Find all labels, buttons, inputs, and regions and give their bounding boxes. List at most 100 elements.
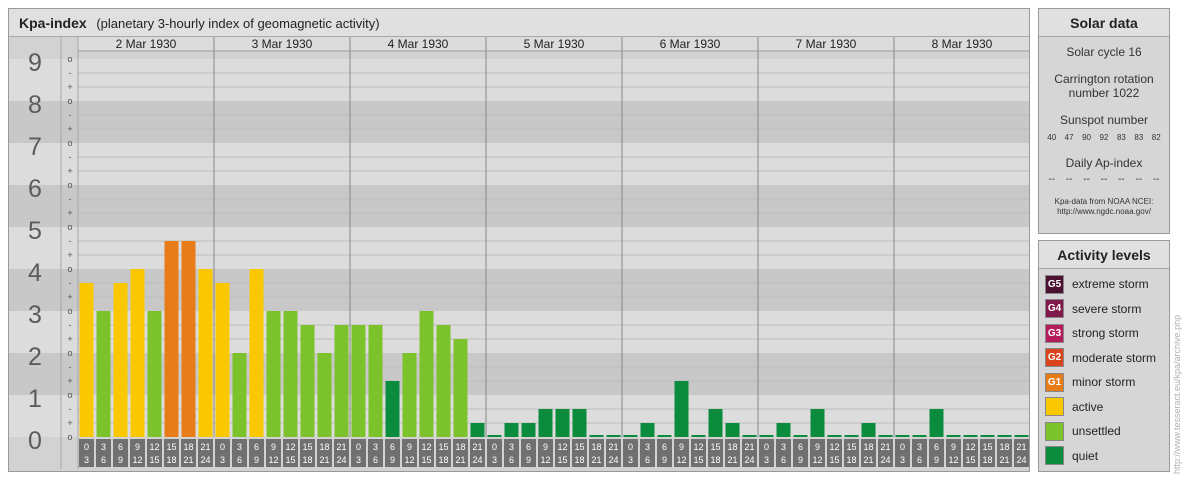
interval-start-label: 15 [302, 442, 312, 452]
kpa-bar [606, 435, 621, 437]
interval-end-label: 9 [118, 455, 123, 465]
kpa-bar [300, 324, 315, 437]
y-third-label: + [67, 250, 72, 260]
interval-end-label: 12 [268, 455, 278, 465]
interval-end-label: 3 [356, 455, 361, 465]
chart-panel: 0 1 2 3 4 5 6 7 8 9 o + - o + - o + - o + - o + - o + - o + - o + - o + - o 2 … [8, 8, 1030, 472]
interval-start-label: 12 [421, 442, 431, 452]
sunspot-value: 82 [1151, 133, 1161, 142]
interval-start-label: 3 [237, 442, 242, 452]
ap-value: -- [1135, 174, 1143, 185]
interval-end-label: 12 [404, 455, 414, 465]
interval-start-label: 6 [118, 442, 123, 452]
interval-start-label: 9 [135, 442, 140, 452]
interval-start-label: 21 [472, 442, 482, 452]
y-third-label: o [67, 390, 72, 400]
interval-start-label: 9 [951, 442, 956, 452]
kpa-bar [674, 381, 689, 437]
kpa-bar [861, 423, 876, 437]
kpa-bar [980, 435, 995, 437]
kpa-bar [334, 324, 349, 437]
sunspot-value: 83 [1116, 133, 1126, 142]
interval-end-label: 15 [693, 455, 703, 465]
interval-end-label: 24 [336, 455, 346, 465]
sunspot-value: 40 [1047, 133, 1057, 142]
kpa-bar [521, 423, 536, 437]
y-tick-label: 6 [28, 175, 42, 203]
y-tick-label: 9 [28, 49, 42, 77]
ap-value: -- [1065, 174, 1073, 185]
y-third-label: o [67, 222, 72, 232]
level-band [9, 227, 1029, 269]
interval-end-label: 24 [1016, 455, 1026, 465]
kpa-bar [436, 324, 451, 437]
kpa-bar [368, 324, 383, 437]
interval-end-label: 24 [608, 455, 618, 465]
interval-end-label: 21 [727, 455, 737, 465]
interval-start-label: 18 [591, 442, 601, 452]
kpa-bar [249, 269, 264, 437]
y-third-label: - [69, 278, 72, 288]
interval-end-label: 9 [798, 455, 803, 465]
sunspot-values: 40 47 90 92 83 83 82 [1039, 133, 1169, 142]
interval-end-label: 21 [591, 455, 601, 465]
kpa-bar [487, 435, 502, 437]
y-third-label: - [69, 320, 72, 330]
activity-level-label: active [1072, 399, 1104, 414]
interval-start-label: 18 [727, 442, 737, 452]
interval-start-label: 0 [764, 442, 769, 452]
interval-end-label: 9 [526, 455, 531, 465]
kpa-bar [470, 423, 485, 437]
interval-end-label: 18 [982, 455, 992, 465]
y-tick-label: 1 [28, 385, 42, 413]
activity-level-swatch [1045, 421, 1064, 441]
ap-value: -- [1048, 174, 1056, 185]
interval-start-label: 15 [982, 442, 992, 452]
kpa-bar [997, 435, 1012, 437]
y-third-label: + [67, 418, 72, 428]
kpa-bar [844, 435, 859, 437]
interval-start-label: 12 [693, 442, 703, 452]
kpa-bar [929, 408, 944, 437]
kpa-bar [504, 423, 519, 437]
interval-start-label: 9 [271, 442, 276, 452]
interval-end-label: 24 [744, 455, 754, 465]
kpa-bar [96, 311, 111, 437]
day-label: 2 Mar 1930 [116, 37, 177, 51]
source-link[interactable]: http://www.ngdc.noaa.gov/ [1039, 207, 1169, 217]
interval-start-label: 12 [149, 442, 159, 452]
y-third-label: - [69, 194, 72, 204]
day-label: 3 Mar 1930 [252, 37, 313, 51]
interval-end-label: 6 [373, 455, 378, 465]
activity-level-item: quiet [1045, 446, 1098, 466]
interval-start-label: 6 [662, 442, 667, 452]
kpa-bar [164, 240, 179, 437]
interval-end-label: 24 [880, 455, 890, 465]
interval-start-label: 21 [608, 442, 618, 452]
y-third-label: - [69, 362, 72, 372]
interval-end-label: 12 [676, 455, 686, 465]
interval-start-label: 3 [373, 442, 378, 452]
y-third-label: + [67, 208, 72, 218]
level-band [9, 101, 1029, 143]
y-third-label: - [69, 152, 72, 162]
activity-levels-title: Activity levels [1039, 241, 1169, 269]
carrington-line2: number 1022 [1068, 86, 1140, 100]
interval-end-label: 21 [455, 455, 465, 465]
y-third-label: - [69, 404, 72, 414]
chart-title: Kpa-index [19, 15, 87, 31]
interval-start-label: 15 [166, 442, 176, 452]
kpa-bar [266, 311, 281, 437]
interval-end-label: 21 [183, 455, 193, 465]
activity-level-swatch: G2 [1045, 348, 1064, 367]
kpa-bar [283, 311, 298, 437]
y-third-label: o [67, 96, 72, 106]
ap-label: Daily Ap-index [1065, 156, 1143, 170]
activity-level-item: unsettled [1045, 421, 1121, 441]
interval-start-label: 9 [407, 442, 412, 452]
interval-start-label: 15 [710, 442, 720, 452]
y-tick-label: 5 [28, 217, 42, 245]
activity-level-label: severe storm [1072, 301, 1142, 316]
interval-end-label: 12 [540, 455, 550, 465]
kpa-bar [776, 423, 791, 437]
